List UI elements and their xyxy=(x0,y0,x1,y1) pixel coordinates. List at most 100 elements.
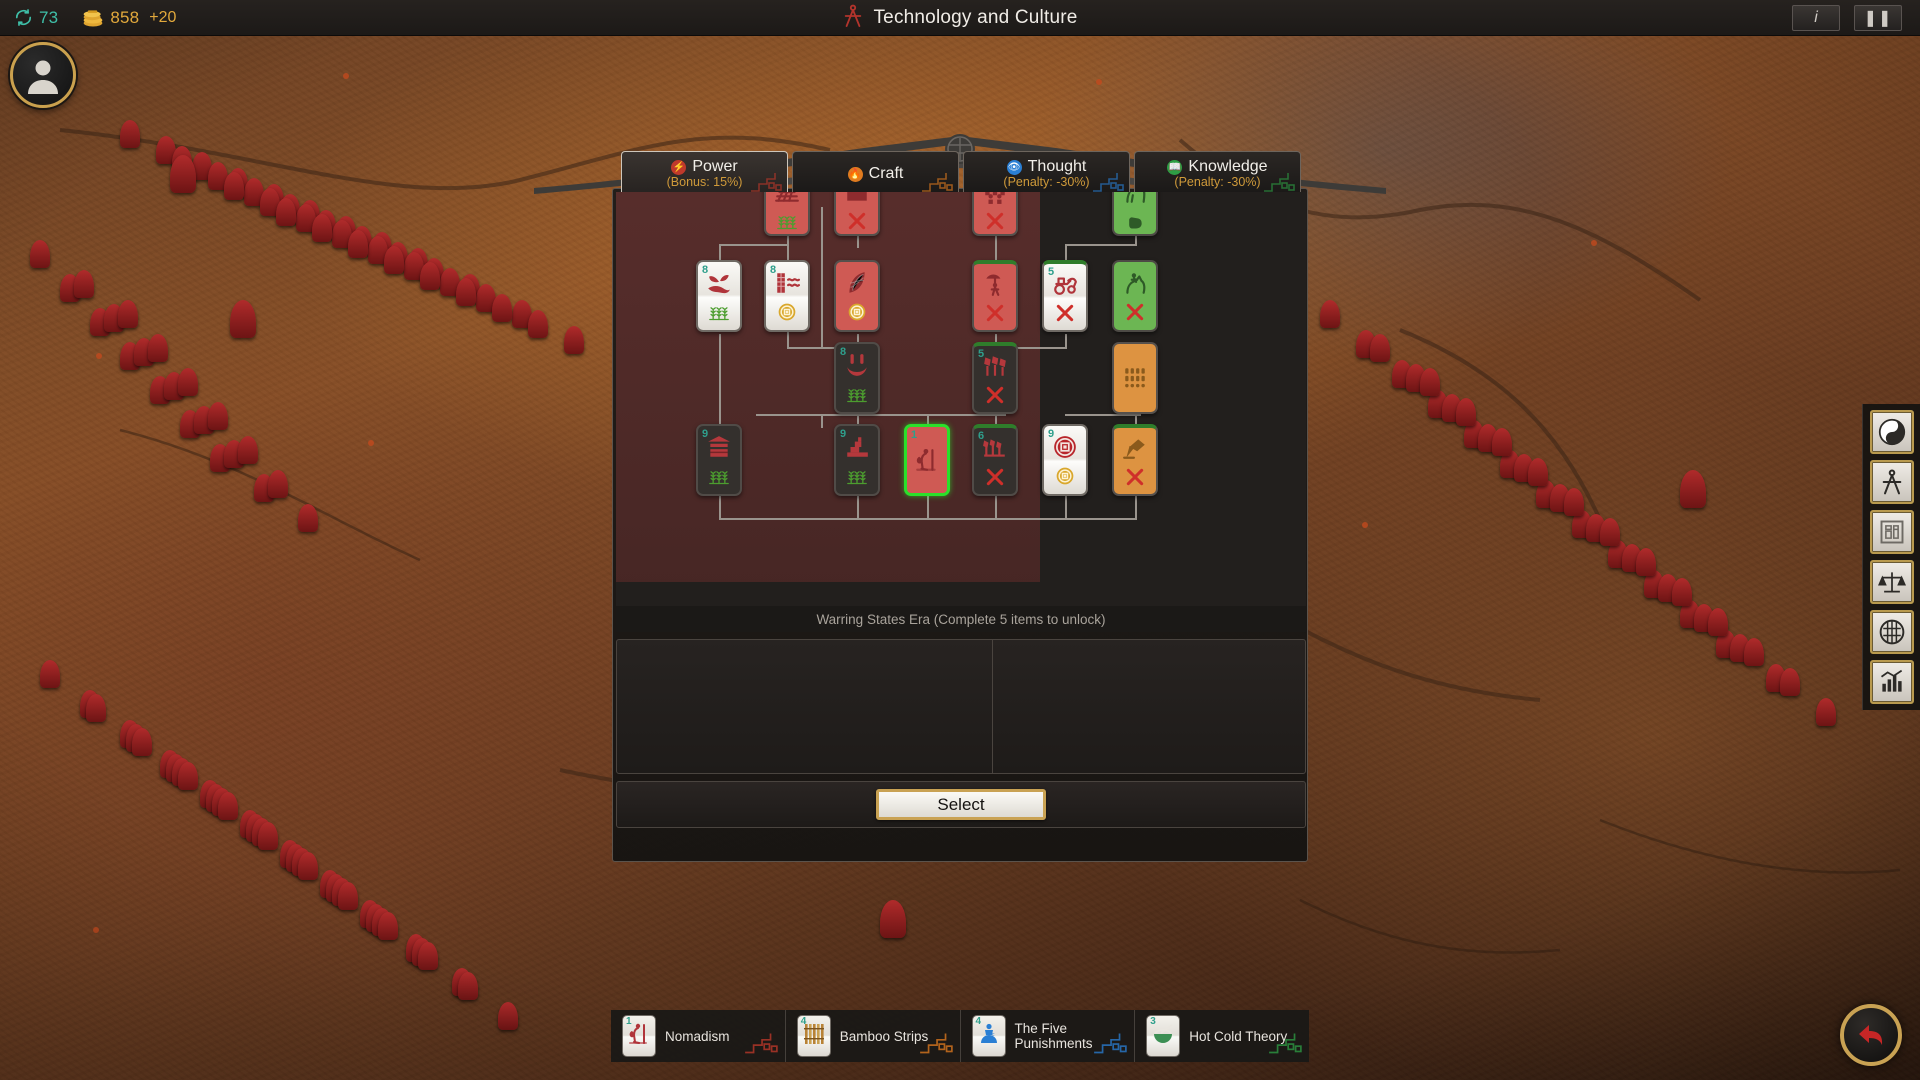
tab-craft[interactable]: 🔥 Craft xyxy=(792,151,959,195)
abacus-rows-icon xyxy=(1122,365,1148,396)
page-title: Technology and Culture xyxy=(0,0,1920,36)
research-item-deco-icon xyxy=(1267,1031,1303,1060)
tech-tree-viewport[interactable]: 8 8 5 8 5 9 9 1 6 9 xyxy=(616,192,1306,606)
sidebar-item-statistics[interactable] xyxy=(1869,660,1914,704)
select-button[interactable]: Select xyxy=(876,789,1046,820)
research-item[interactable]: 3 Hot Cold Theory xyxy=(1135,1010,1309,1062)
research-item-card: 4 xyxy=(796,1015,831,1057)
tab-power-label: Power xyxy=(692,158,738,175)
back-arrow-icon xyxy=(1859,1025,1883,1045)
research-item-cost: 1 xyxy=(626,1016,632,1027)
compass-divider-icon xyxy=(842,4,864,33)
troop-marker xyxy=(1320,300,1340,328)
tech-node[interactable] xyxy=(1112,260,1158,332)
wheat-icon xyxy=(847,384,867,409)
sidebar-item-court[interactable] xyxy=(1869,610,1914,654)
seal-script-icon xyxy=(1880,520,1903,544)
gold-resource[interactable]: 858 +20 xyxy=(82,8,176,28)
tech-node-cost: 9 xyxy=(702,428,709,440)
tech-node[interactable] xyxy=(972,192,1018,236)
tech-node[interactable] xyxy=(972,260,1018,332)
scales-icon xyxy=(1877,572,1906,593)
tech-node[interactable]: 9 xyxy=(696,424,742,496)
detail-panel xyxy=(616,639,1306,774)
troop-marker xyxy=(258,822,278,850)
research-item-name: Nomadism xyxy=(665,1028,730,1044)
troop-marker xyxy=(1636,548,1656,576)
tech-node[interactable] xyxy=(764,192,810,236)
tech-node[interactable] xyxy=(834,192,880,236)
pause-icon: ❚❚ xyxy=(1863,10,1893,27)
red-coin-icon xyxy=(1052,434,1078,465)
tech-node[interactable]: 8 xyxy=(834,342,880,414)
sail-icon xyxy=(844,270,870,301)
troop-marker xyxy=(298,504,318,532)
tech-tree-edge xyxy=(1135,236,1137,246)
research-item-cost: 3 xyxy=(1150,1016,1156,1027)
tech-node[interactable] xyxy=(1112,342,1158,414)
troop-marker xyxy=(40,660,60,688)
research-item-deco-icon xyxy=(743,1031,779,1060)
tech-node[interactable]: 8 xyxy=(764,260,810,332)
back-button[interactable] xyxy=(1840,1004,1902,1066)
dialog-body: ⚡ Power (Bonus: 15%) 🔥 Craft 👁 Thought (… xyxy=(612,151,1308,862)
sidebar-item-decrees[interactable] xyxy=(1869,510,1914,554)
chariot-troop-icon xyxy=(982,435,1008,466)
sidebar-item-technology[interactable] xyxy=(1869,460,1914,504)
refresh-cycle-icon xyxy=(14,8,33,27)
research-item[interactable]: 4 c The Five Punishments xyxy=(961,1010,1136,1062)
tech-node[interactable]: 9 xyxy=(1042,424,1088,496)
troop-marker xyxy=(498,1002,518,1030)
tech-tree-edge xyxy=(857,496,859,518)
tech-node-cost: 8 xyxy=(702,264,709,276)
troop-marker xyxy=(420,262,440,290)
tech-node[interactable]: 6 xyxy=(972,424,1018,496)
tech-tree-edge xyxy=(787,332,789,348)
tech-tree-edge xyxy=(995,236,997,262)
tab-thought[interactable]: 👁 Thought (Penalty: -30%) xyxy=(963,151,1130,195)
locked-x-icon xyxy=(985,211,1005,235)
troop-marker xyxy=(384,246,404,274)
troop-marker xyxy=(30,240,50,268)
locked-x-icon xyxy=(1125,302,1145,327)
tab-knowledge[interactable]: 📖 Knowledge (Penalty: -30%) xyxy=(1134,151,1301,195)
terrace-field-icon xyxy=(844,434,870,465)
tech-node[interactable]: 5 xyxy=(972,342,1018,414)
tech-node-selected[interactable]: 1 xyxy=(904,424,950,496)
detail-panel-left xyxy=(617,640,993,773)
tech-node[interactable] xyxy=(1112,192,1158,236)
troop-marker xyxy=(178,368,198,396)
nomad-walker-icon xyxy=(914,447,940,478)
tech-node[interactable] xyxy=(1112,424,1158,496)
tech-tree-edge xyxy=(995,496,997,518)
tech-node[interactable]: 5 xyxy=(1042,260,1088,332)
research-item[interactable]: 1 Nomadism xyxy=(611,1010,786,1062)
troop-marker xyxy=(418,942,438,970)
troop-marker xyxy=(1370,334,1390,362)
sidebar-item-laws[interactable] xyxy=(1869,560,1914,604)
troop-marker xyxy=(1744,638,1764,666)
tech-node-cost: 8 xyxy=(840,346,847,358)
research-resource[interactable]: 73 xyxy=(14,8,58,28)
wheat-icon xyxy=(709,302,729,327)
svg-text:c: c xyxy=(992,1032,995,1038)
troop-marker xyxy=(338,882,358,910)
tech-tree-edge xyxy=(821,207,823,327)
pause-button[interactable]: ❚❚ xyxy=(1854,5,1902,31)
troop-marker xyxy=(74,270,94,298)
bar-chart-icon xyxy=(1880,669,1902,692)
tech-node[interactable]: 9 xyxy=(834,424,880,496)
sidebar-item-religion[interactable] xyxy=(1869,410,1914,454)
troop-marker xyxy=(1780,668,1800,696)
tab-power[interactable]: ⚡ Power (Bonus: 15%) xyxy=(621,151,788,195)
troop-marker xyxy=(564,326,584,354)
research-item[interactable]: 4 Bamboo Strips xyxy=(786,1010,961,1062)
player-avatar[interactable] xyxy=(10,42,76,108)
troop-marker xyxy=(170,155,196,193)
tech-node[interactable]: 8 xyxy=(696,260,742,332)
troop-marker xyxy=(1456,398,1476,426)
tech-node[interactable] xyxy=(834,260,880,332)
info-button[interactable]: i xyxy=(1792,5,1840,31)
era-progress-bar: Warring States Era (Complete 5 items to … xyxy=(616,606,1306,632)
troop-marker xyxy=(1492,428,1512,456)
